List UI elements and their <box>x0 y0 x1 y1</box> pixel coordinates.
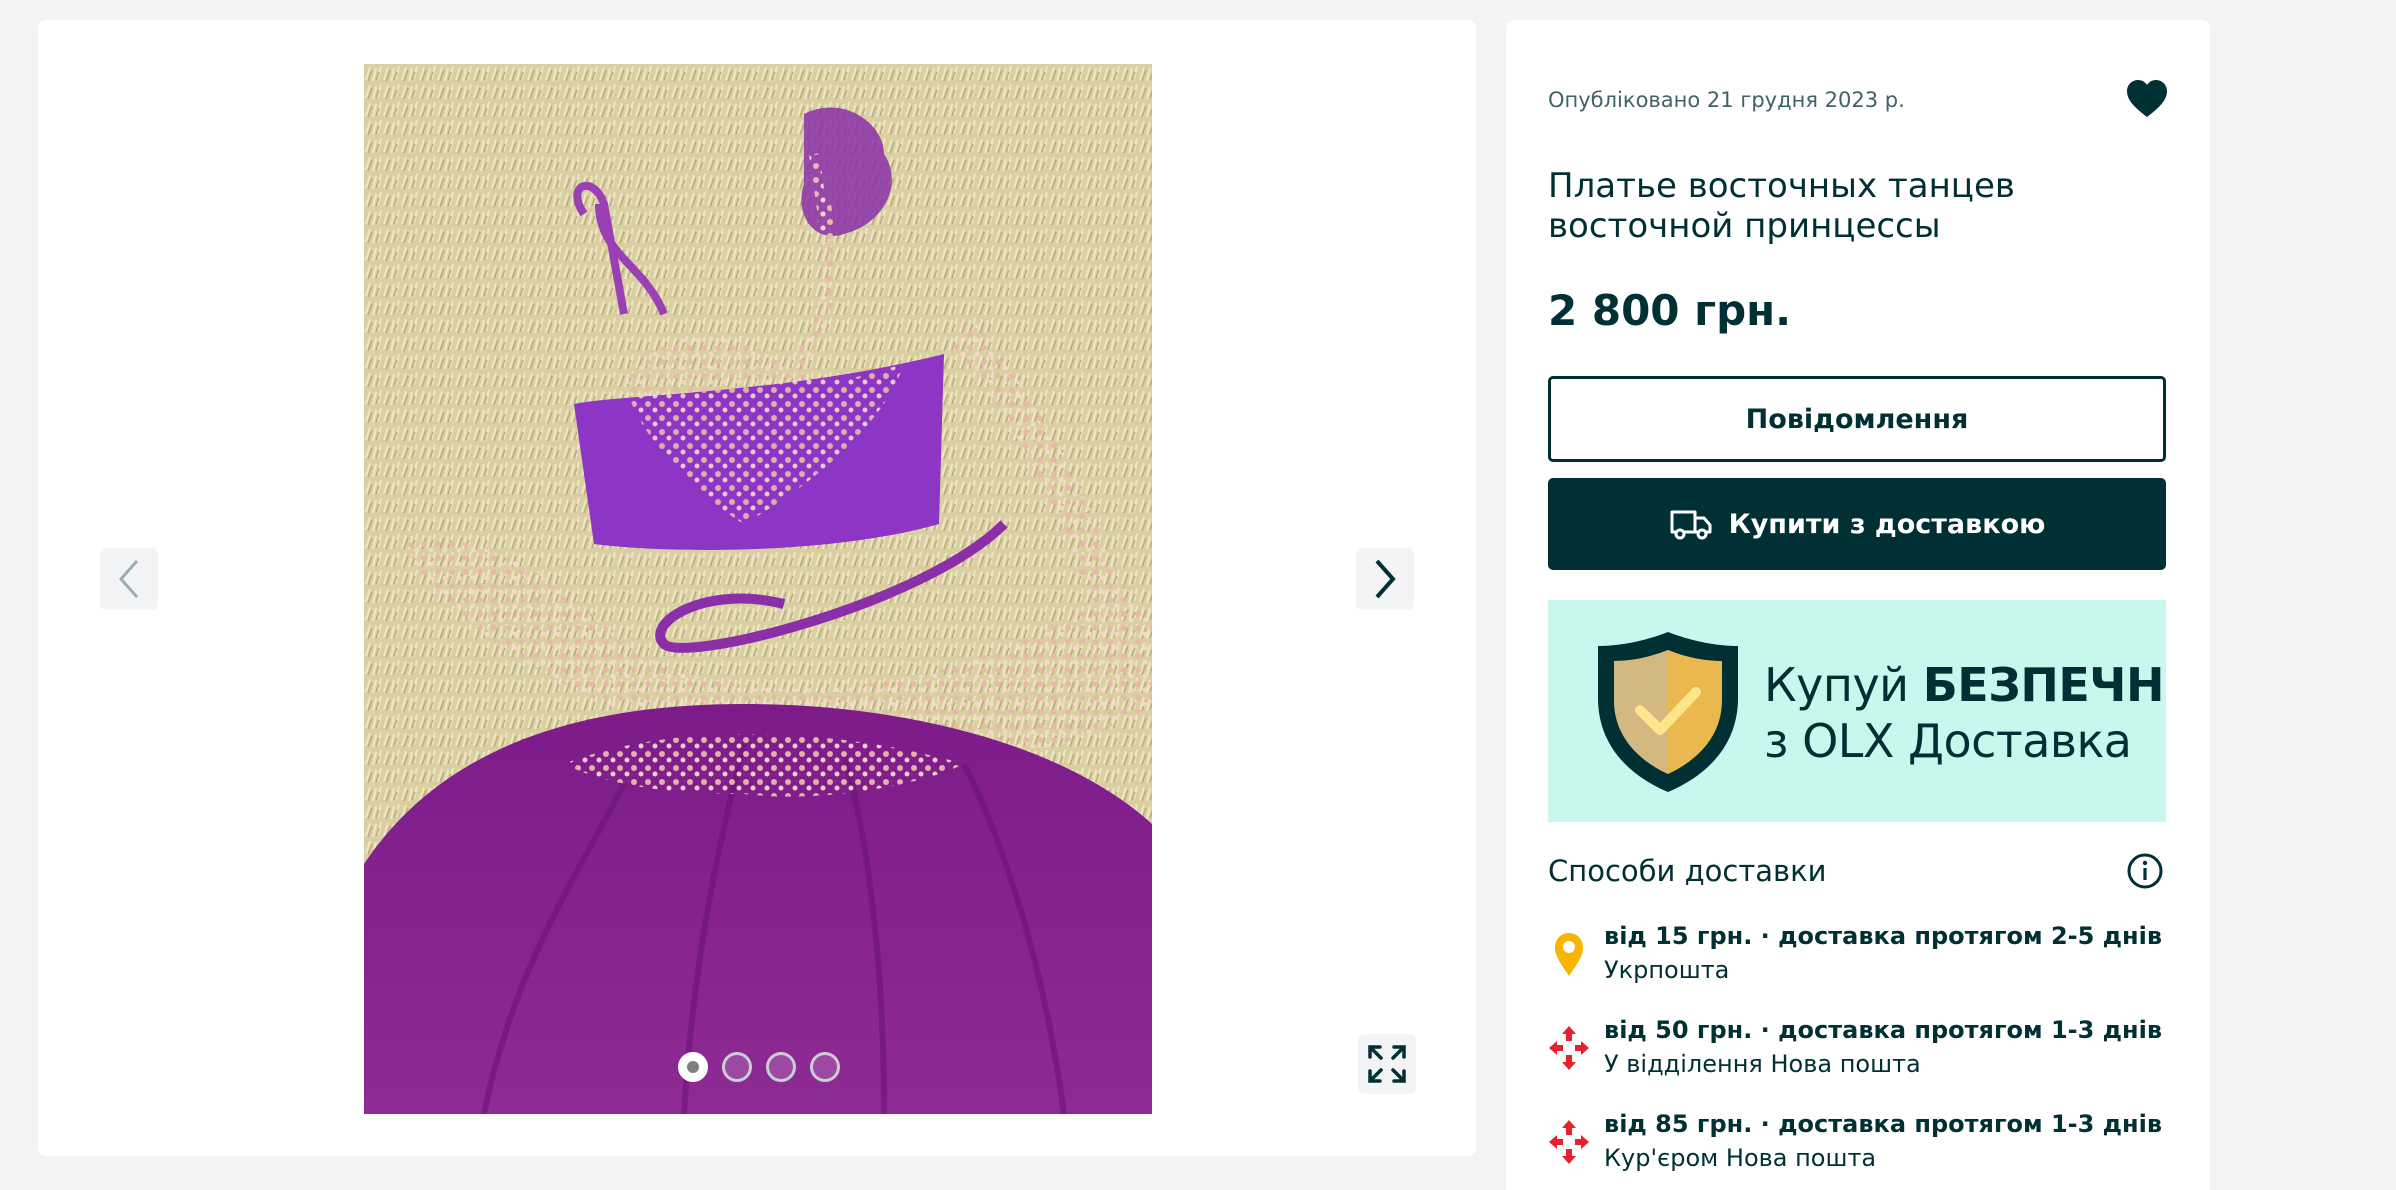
delivery-price-text: від 15 грн. · доставка протягом 2-5 днів <box>1604 922 2163 950</box>
message-button[interactable]: Повідомлення <box>1548 376 2166 462</box>
favorite-button[interactable] <box>2124 76 2170 122</box>
slide-dot-1[interactable] <box>678 1052 708 1082</box>
info-icon[interactable] <box>2126 852 2164 890</box>
listing-price: 2 800 грн. <box>1548 286 1792 335</box>
ukrposhta-icon <box>1555 933 1583 976</box>
promo-line-2: з OLX Доставка <box>1764 714 2132 768</box>
shield-icon <box>1598 632 1738 792</box>
slide-dot-2[interactable] <box>722 1052 752 1082</box>
previous-photo-button[interactable] <box>100 548 158 610</box>
buy-button-label: Купити з доставкою <box>1728 508 2046 540</box>
buy-with-delivery-button[interactable]: Купити з доставкою <box>1548 478 2166 570</box>
delivery-item-nova-poshta-courier: від 85 грн. · доставка протягом 1-3 днів… <box>1548 1110 2188 1190</box>
promo-line-1: Купуй БЕЗПЕЧНО <box>1764 658 2166 712</box>
slide-dot-4[interactable] <box>810 1052 840 1082</box>
delivery-price-text: від 50 грн. · доставка протягом 1-3 днів <box>1604 1016 2163 1044</box>
truck-icon <box>1670 510 1712 540</box>
slide-dot-3[interactable] <box>766 1052 796 1082</box>
message-button-label: Повідомлення <box>1745 403 1969 435</box>
expand-icon <box>1368 1045 1406 1083</box>
promo-regular-text: Купуй <box>1764 658 1923 712</box>
listing-title: Платье восточных танцев восточной принце… <box>1548 166 2015 246</box>
heart-icon <box>2127 80 2167 117</box>
delivery-item-nova-poshta-branch: від 50 грн. · доставка протягом 1-3 днів… <box>1548 1016 2188 1110</box>
chevron-left-icon <box>118 560 139 598</box>
next-photo-button[interactable] <box>1356 548 1414 610</box>
slide-indicators <box>678 1052 840 1082</box>
safe-delivery-banner[interactable]: Купуй БЕЗПЕЧНО з OLX Доставка <box>1548 600 2166 822</box>
delivery-carrier-text: Укрпошта <box>1604 956 1730 984</box>
delivery-item-ukrposhta: від 15 грн. · доставка протягом 2-5 днів… <box>1548 922 2188 1016</box>
nova-poshta-icon <box>1549 1120 1589 1164</box>
delivery-methods-title: Способи доставки <box>1548 854 1827 888</box>
delivery-carrier-text: Кур'єром Нова пошта <box>1604 1144 1877 1172</box>
chevron-right-icon <box>1375 559 1396 599</box>
promo-bold-text: БЕЗПЕЧНО <box>1922 658 2166 712</box>
nova-poshta-icon <box>1549 1026 1589 1070</box>
photo-gallery <box>38 20 1476 1156</box>
fullscreen-button[interactable] <box>1358 1034 1416 1094</box>
delivery-carrier-text: У відділення Нова пошта <box>1604 1050 1921 1078</box>
posted-date: Опубліковано 21 грудня 2023 р. <box>1548 88 1905 112</box>
delivery-price-text: від 85 грн. · доставка протягом 1-3 днів <box>1604 1110 2163 1138</box>
listing-details: Опубліковано 21 грудня 2023 р. Платье во… <box>1506 20 2210 1190</box>
delivery-methods-list: від 15 грн. · доставка протягом 2-5 днів… <box>1548 922 2188 1190</box>
listing-photo[interactable] <box>364 64 1152 1114</box>
